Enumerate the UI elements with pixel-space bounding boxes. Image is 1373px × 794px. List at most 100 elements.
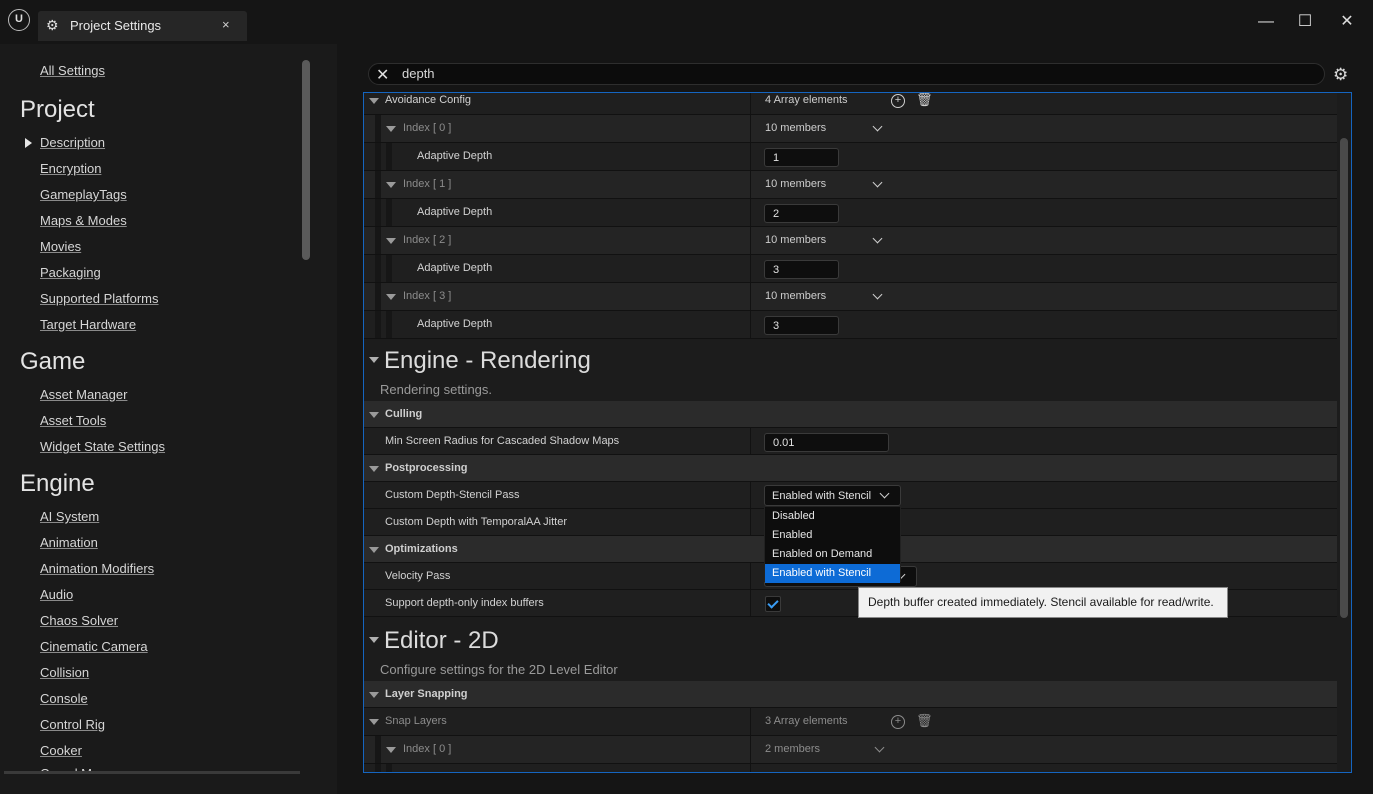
collapse-arrow-icon[interactable] — [369, 412, 379, 418]
dropdown-option-enabled-on-demand[interactable]: Enabled on Demand — [765, 545, 900, 564]
adaptive-depth-input[interactable]: 1 — [764, 148, 839, 167]
index-label: Index [ 1 ] — [403, 178, 452, 190]
expand-chevron-icon[interactable] — [872, 289, 883, 300]
tab-close-icon[interactable]: × — [222, 17, 230, 32]
add-element-icon[interactable]: + — [891, 715, 905, 729]
collapse-arrow-icon[interactable] — [386, 294, 396, 300]
adaptive-depth-row: Adaptive Depth 3 — [364, 311, 1337, 339]
avoidance-config-count: 4 Array elements — [765, 94, 848, 106]
sidebar-item-cooker[interactable]: Cooker — [40, 743, 82, 758]
sidebar-item-chaos-solver[interactable]: Chaos Solver — [40, 613, 118, 628]
minimize-button[interactable]: — — [1254, 12, 1278, 32]
settings-gear-icon[interactable]: ⚙ — [1333, 65, 1348, 85]
snap-layers-count: 3 Array elements — [765, 715, 848, 727]
sidebar-item-control-rig[interactable]: Control Rig — [40, 717, 105, 732]
sidebar-item-description[interactable]: Description — [40, 135, 105, 150]
close-window-button[interactable]: ✕ — [1335, 12, 1359, 32]
expand-chevron-icon[interactable] — [872, 177, 883, 188]
custom-depth-stencil-combo[interactable]: Enabled with Stencil — [764, 485, 901, 506]
dropdown-option-enabled-with-stencil[interactable]: Enabled with Stencil — [765, 564, 900, 583]
expand-chevron-icon[interactable] — [872, 121, 883, 132]
sidebar-item-gameplaytags[interactable]: GameplayTags — [40, 187, 127, 202]
section-heading-game: Game — [20, 348, 86, 375]
adaptive-depth-input[interactable]: 2 — [764, 204, 839, 223]
unreal-logo-icon[interactable]: U — [8, 9, 30, 31]
collapse-arrow-icon[interactable] — [369, 357, 379, 363]
category-culling[interactable]: Culling — [364, 401, 1337, 428]
members-count: 10 members — [765, 122, 827, 134]
sidebar-item-animation[interactable]: Animation — [40, 535, 98, 550]
collapse-arrow-icon[interactable] — [369, 719, 379, 725]
clear-search-icon[interactable]: ✕ — [376, 65, 389, 85]
search-box[interactable]: ✕ depth — [368, 63, 1325, 85]
category-label: Postprocessing — [385, 462, 468, 474]
sidebar-item-target-hardware[interactable]: Target Hardware — [40, 317, 136, 332]
dropdown-option-enabled[interactable]: Enabled — [765, 526, 900, 545]
depth-only-checkbox[interactable] — [765, 596, 781, 612]
collapse-arrow-icon[interactable] — [386, 126, 396, 132]
avoidance-config-label: Avoidance Config — [385, 94, 472, 106]
search-input[interactable]: depth — [402, 66, 435, 81]
array-index-row: Index [ 2 ] 10 members — [364, 227, 1337, 255]
sidebar-item-audio[interactable]: Audio — [40, 587, 73, 602]
sidebar-item-collision[interactable]: Collision — [40, 665, 89, 680]
sidebar-item-widget-state-settings[interactable]: Widget State Settings — [40, 439, 165, 454]
sidebar-item-asset-manager[interactable]: Asset Manager — [40, 387, 127, 402]
members-count: 10 members — [765, 234, 827, 246]
maximize-button[interactable]: ☐ — [1293, 12, 1317, 32]
engine-rendering-section: Engine - Rendering Rendering settings. — [364, 339, 1337, 401]
array-index-row: Index [ 0 ] 10 members — [364, 115, 1337, 143]
sidebar-item-supported-platforms[interactable]: Supported Platforms — [40, 291, 159, 306]
sidebar-item-encryption[interactable]: Encryption — [40, 161, 101, 176]
category-label: Culling — [385, 408, 423, 420]
add-element-icon[interactable]: + — [891, 94, 905, 108]
all-settings-link[interactable]: All Settings — [40, 63, 105, 78]
sidebar-item-animation-modifiers[interactable]: Animation Modifiers — [40, 561, 154, 576]
delete-elements-icon[interactable]: 🗑 — [916, 713, 933, 729]
sidebar-item-asset-tools[interactable]: Asset Tools — [40, 413, 106, 428]
collapse-arrow-icon[interactable] — [386, 238, 396, 244]
collapse-arrow-icon[interactable] — [369, 692, 379, 698]
section-subtitle: Rendering settings. — [380, 382, 493, 397]
expand-chevron-icon[interactable] — [872, 233, 883, 244]
property-label: Support depth-only index buffers — [385, 597, 544, 609]
sidebar-item-ai-system[interactable]: AI System — [40, 509, 99, 524]
details-scrollbar[interactable] — [1340, 138, 1348, 618]
sidebar-item-console[interactable]: Console — [40, 691, 88, 706]
dropdown-chevron-icon — [879, 488, 890, 499]
collapse-arrow-icon[interactable] — [369, 466, 379, 472]
sidebar-item-cinematic-camera[interactable]: Cinematic Camera — [40, 639, 148, 654]
project-settings-tab[interactable]: ⚙ Project Settings × — [38, 11, 247, 41]
adaptive-depth-row: Adaptive Depth 2 — [364, 199, 1337, 227]
dropdown-option-disabled[interactable]: Disabled — [765, 507, 900, 526]
adaptive-depth-input[interactable]: 3 — [764, 260, 839, 279]
category-postprocessing[interactable]: Postprocessing — [364, 455, 1337, 482]
adaptive-depth-label: Adaptive Depth — [417, 206, 493, 218]
sidebar-item-packaging[interactable]: Packaging — [40, 265, 101, 280]
adaptive-depth-input[interactable]: 3 — [764, 316, 839, 335]
collapse-arrow-icon[interactable] — [386, 747, 396, 753]
adaptive-depth-label: Adaptive Depth — [417, 150, 493, 162]
adaptive-depth-row: Adaptive Depth 3 — [364, 255, 1337, 283]
sidebar-item-movies[interactable]: Movies — [40, 239, 81, 254]
members-count: 2 members — [765, 743, 821, 755]
delete-elements-icon[interactable]: 🗑 — [916, 93, 933, 108]
sidebar-item-maps-modes[interactable]: Maps & Modes — [40, 213, 127, 228]
settings-sidebar: All Settings Project Description Encrypt… — [0, 44, 337, 794]
index-label: Index [ 0 ] — [403, 743, 452, 755]
array-index-row: Index [ 1 ] 10 members — [364, 171, 1337, 199]
sidebar-horizontal-scrollbar[interactable] — [4, 771, 300, 774]
array-index-row: Index [ 3 ] 10 members — [364, 283, 1337, 311]
expand-chevron-icon[interactable] — [874, 742, 885, 753]
collapse-arrow-icon[interactable] — [369, 547, 379, 553]
min-screen-radius-row: Min Screen Radius for Cascaded Shadow Ma… — [364, 428, 1337, 455]
collapse-arrow-icon[interactable] — [386, 182, 396, 188]
min-screen-radius-input[interactable]: 0.01 — [764, 433, 889, 452]
index-label: Index [ 0 ] — [403, 122, 452, 134]
collapse-arrow-icon[interactable] — [369, 637, 379, 643]
collapse-arrow-icon[interactable] — [369, 98, 379, 104]
category-layer-snapping[interactable]: Layer Snapping — [364, 681, 1337, 708]
sidebar-scrollbar[interactable] — [302, 60, 310, 260]
section-heading-engine: Engine — [20, 470, 95, 497]
adaptive-depth-row: Adaptive Depth 1 — [364, 143, 1337, 171]
